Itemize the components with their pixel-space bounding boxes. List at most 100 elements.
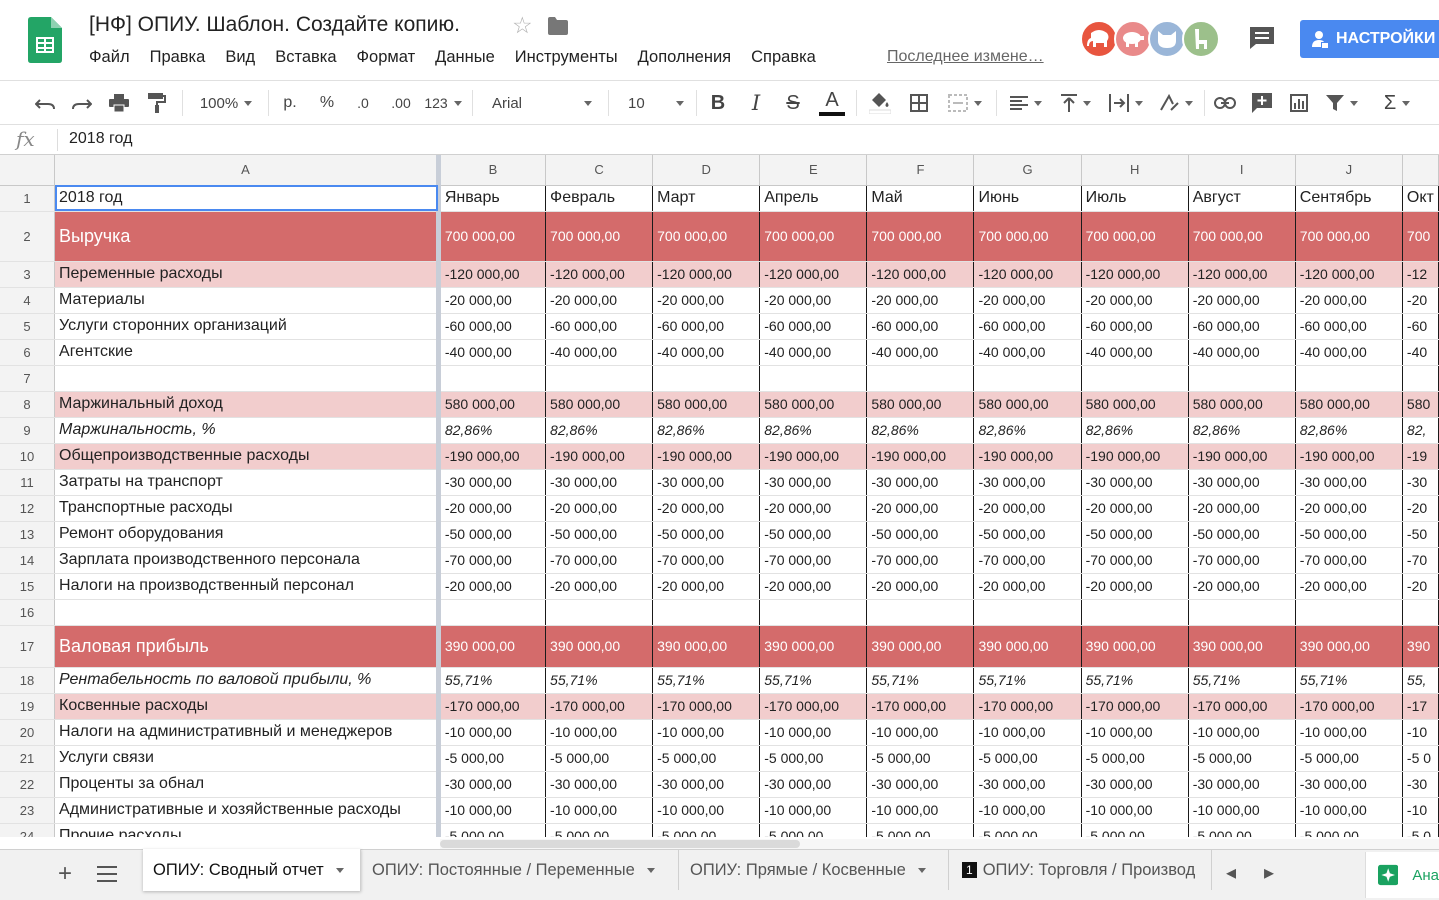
value-cell[interactable]: 700 000,00	[438, 211, 547, 262]
increase-decimals-button[interactable]: .00	[384, 81, 418, 125]
value-cell[interactable]: -50 000,00	[1295, 521, 1403, 548]
value-cell[interactable]: -10 000,00	[1081, 797, 1189, 824]
sheets-logo-icon[interactable]	[28, 17, 62, 63]
value-cell[interactable]: 82,86%	[1188, 417, 1296, 444]
bold-button[interactable]: B	[704, 81, 732, 125]
value-cell[interactable]: 55,71%	[866, 667, 975, 694]
value-cell[interactable]: -5 000,00	[438, 745, 547, 772]
value-cell[interactable]: -60 000,00	[1081, 313, 1189, 340]
value-cell[interactable]: -70 000,00	[545, 547, 654, 574]
value-cell[interactable]: 390 000,00	[1081, 625, 1189, 668]
row-header[interactable]: 17	[0, 625, 56, 668]
value-cell[interactable]: -5 000,00	[866, 823, 975, 837]
value-cell[interactable]: 390 000,00	[652, 625, 761, 668]
value-cell[interactable]: -60 000,00	[1188, 313, 1296, 340]
value-cell[interactable]: -30 000,00	[1188, 469, 1296, 496]
value-cell[interactable]: -17	[1402, 693, 1439, 720]
row-label-cell[interactable]: Налоги на производственный персонал	[54, 573, 441, 600]
value-cell[interactable]	[1188, 365, 1296, 392]
value-cell[interactable]: -20 000,00	[759, 495, 868, 522]
value-cell[interactable]	[1081, 365, 1189, 392]
value-cell[interactable]	[759, 599, 868, 626]
value-cell[interactable]: -5 0	[1402, 823, 1439, 837]
currency-format-button[interactable]: р.	[276, 81, 304, 125]
value-cell[interactable]: -5 000,00	[1295, 745, 1403, 772]
value-cell[interactable]: -10 000,00	[1295, 797, 1403, 824]
borders-button[interactable]	[904, 81, 934, 125]
value-cell[interactable]: -10 000,00	[1081, 719, 1189, 746]
value-cell[interactable]: -30 000,00	[652, 771, 761, 798]
value-cell[interactable]: -70 000,00	[973, 547, 1082, 574]
value-cell[interactable]: -20	[1402, 287, 1439, 314]
value-cell[interactable]: -20 000,00	[1188, 287, 1296, 314]
value-cell[interactable]: -20 000,00	[866, 287, 975, 314]
value-cell[interactable]: -190 000,00	[438, 443, 547, 470]
row-label-cell[interactable]: Зарплата производственного персонала	[54, 547, 441, 574]
value-cell[interactable]: -10 000,00	[1295, 719, 1403, 746]
value-cell[interactable]: Январь	[438, 185, 547, 212]
row-label-cell[interactable]: Маржинальный доход	[54, 391, 441, 418]
value-cell[interactable]: -20 000,00	[545, 287, 654, 314]
insert-chart-button[interactable]	[1284, 81, 1314, 125]
avatar-cat[interactable]	[1148, 20, 1186, 58]
row-header[interactable]: 4	[0, 287, 56, 314]
value-cell[interactable]: -5 000,00	[545, 823, 654, 837]
value-cell[interactable]: -20 000,00	[438, 495, 547, 522]
value-cell[interactable]: 580 000,00	[1188, 391, 1296, 418]
value-cell[interactable]: -20 000,00	[759, 287, 868, 314]
value-cell[interactable]	[973, 365, 1082, 392]
row-header[interactable]: 19	[0, 693, 56, 720]
value-cell[interactable]: Июнь	[973, 185, 1082, 212]
value-cell[interactable]	[1295, 599, 1403, 626]
sheet-tab-direct-indirect[interactable]: ОПИУ: Прямые / Косвенные	[680, 850, 949, 890]
value-cell[interactable]	[1402, 599, 1439, 626]
row-header[interactable]: 5	[0, 313, 56, 340]
value-cell[interactable]: -170 000,00	[866, 693, 975, 720]
row-header[interactable]: 7	[0, 365, 56, 392]
paint-format-button[interactable]	[142, 81, 172, 125]
row-label-cell[interactable]	[54, 599, 441, 626]
value-cell[interactable]: -40 000,00	[866, 339, 975, 366]
value-cell[interactable]: -20 000,00	[652, 495, 761, 522]
row-label-cell[interactable]: Косвенные расходы	[54, 693, 441, 720]
row-header[interactable]: 20	[0, 719, 56, 746]
value-cell[interactable]: -20	[1402, 573, 1439, 600]
value-cell[interactable]: 390 000,00	[973, 625, 1082, 668]
value-cell[interactable]: 82,86%	[866, 417, 975, 444]
value-cell[interactable]: -20 000,00	[1188, 495, 1296, 522]
text-wrap-button[interactable]	[1104, 81, 1148, 125]
row-label-cell[interactable]: Прочие расходы	[54, 823, 441, 837]
value-cell[interactable]: -20 000,00	[1188, 573, 1296, 600]
value-cell[interactable]: 55,71%	[652, 667, 761, 694]
menu-file[interactable]: Файл	[89, 48, 130, 67]
value-cell[interactable]: 82,86%	[759, 417, 868, 444]
avatar-elephant[interactable]	[1080, 20, 1118, 58]
value-cell[interactable]: -10 000,00	[652, 797, 761, 824]
value-cell[interactable]: -50 000,00	[866, 521, 975, 548]
value-cell[interactable]: -190 000,00	[866, 443, 975, 470]
row-header[interactable]: 16	[0, 599, 56, 626]
value-cell[interactable]: 390 000,00	[438, 625, 547, 668]
value-cell[interactable]: -50 000,00	[438, 521, 547, 548]
value-cell[interactable]: 82,86%	[545, 417, 654, 444]
value-cell[interactable]: -30 000,00	[973, 469, 1082, 496]
menu-view[interactable]: Вид	[225, 48, 255, 67]
value-cell[interactable]: -20 000,00	[1295, 573, 1403, 600]
row-header[interactable]: 11	[0, 469, 56, 496]
value-cell[interactable]	[759, 365, 868, 392]
value-cell[interactable]: -170 000,00	[1295, 693, 1403, 720]
value-cell[interactable]: -60	[1402, 313, 1439, 340]
row-header[interactable]: 23	[0, 797, 56, 824]
value-cell[interactable]: -170 000,00	[1188, 693, 1296, 720]
value-cell[interactable]: -30 000,00	[1081, 469, 1189, 496]
value-cell[interactable]: 580 000,00	[438, 391, 547, 418]
value-cell[interactable]: 700 000,00	[973, 211, 1082, 262]
value-cell[interactable]: -5 000,00	[1081, 823, 1189, 837]
value-cell[interactable]: -12	[1402, 261, 1439, 288]
column-header-i[interactable]: I	[1188, 155, 1296, 186]
value-cell[interactable]: -120 000,00	[866, 261, 975, 288]
row-label-cell[interactable]: Услуги связи	[54, 745, 441, 772]
value-cell[interactable]: Март	[652, 185, 761, 212]
value-cell[interactable]: 390 000,00	[545, 625, 654, 668]
value-cell[interactable]: -10 000,00	[1188, 719, 1296, 746]
